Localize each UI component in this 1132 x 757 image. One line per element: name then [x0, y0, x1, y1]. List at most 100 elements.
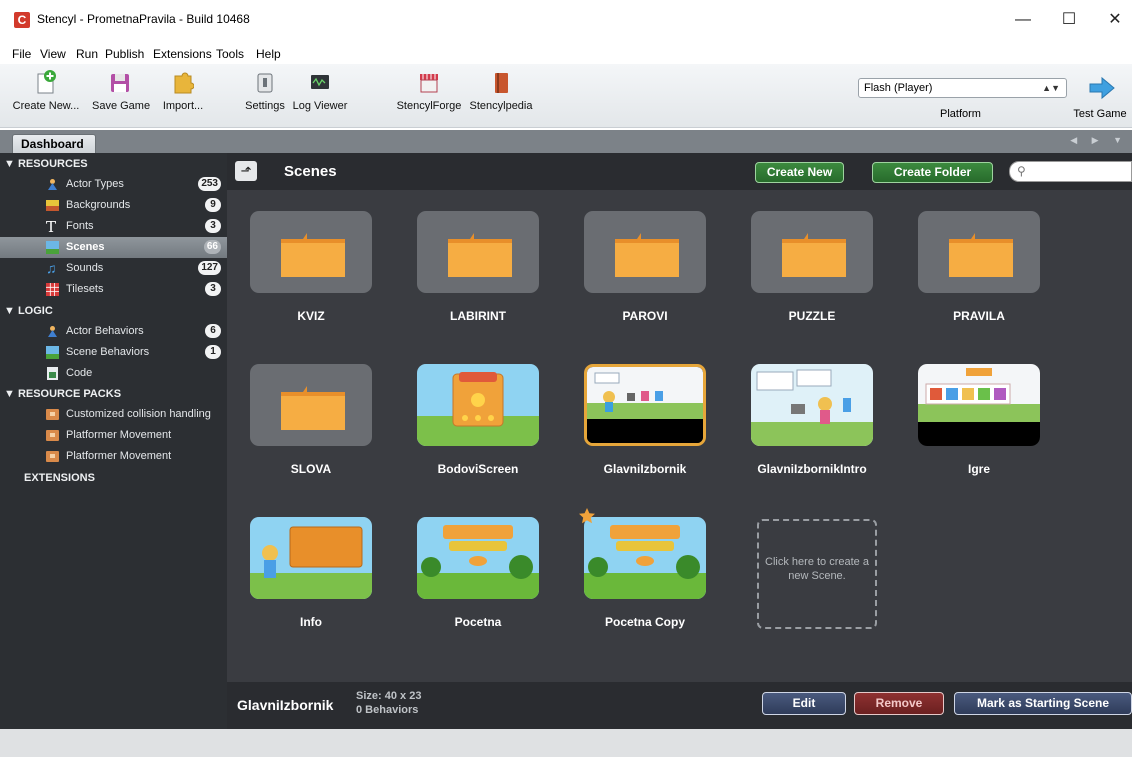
folder-icon [949, 233, 1013, 277]
import-puzzle-icon [174, 72, 194, 94]
actor-behavior-icon [48, 326, 57, 337]
menu-help[interactable]: Help [256, 47, 281, 61]
search-icon: ⚲ [1017, 164, 1026, 178]
status-bar [0, 729, 1132, 757]
scene-thumbnail [751, 364, 873, 446]
import-button[interactable]: Import... [158, 70, 208, 112]
book-icon [495, 73, 508, 93]
scene-thumbnail [584, 517, 706, 599]
menu-extensions[interactable]: Extensions [153, 47, 212, 61]
folder-icon [615, 233, 679, 277]
sidebar-item-pack-collision[interactable]: Customized collision handling [0, 404, 227, 425]
search-input[interactable] [1036, 164, 1126, 179]
menu-publish[interactable]: Publish [105, 47, 144, 61]
count-badge: 6 [205, 324, 221, 338]
save-game-button[interactable]: Save Game [92, 70, 150, 112]
tile-label: KVIZ [297, 309, 325, 323]
menu-file[interactable]: File [12, 47, 31, 61]
tab-scroll-arrows-icon[interactable]: ◀ ▶ ▼ [1070, 135, 1128, 146]
up-folder-button[interactable]: ⬏ [235, 161, 257, 181]
tile-label: SLOVA [290, 462, 332, 476]
settings-icon [257, 73, 273, 93]
count-badge: 3 [205, 282, 221, 296]
sidebar-item-actor-types[interactable]: Actor Types 253 [0, 174, 227, 195]
folder-icon [448, 233, 512, 277]
log-viewer-button[interactable]: Log Viewer [290, 70, 350, 112]
create-new-button[interactable]: Create New... [8, 70, 84, 112]
scenes-header: ⬏ Scenes Create New Create Folder ⚲ [227, 153, 1132, 190]
sidebar-item-sounds[interactable]: ♫ Sounds 127 [0, 258, 227, 279]
minimize-button[interactable]: — [1008, 6, 1038, 34]
scene-thumbnail [417, 517, 539, 599]
arrow-right-icon [1089, 76, 1115, 100]
test-game-button[interactable]: Test Game [1072, 74, 1128, 120]
sidebar-item-scenes[interactable]: Scenes 66 [0, 237, 227, 258]
pack-icon [46, 430, 59, 441]
platform-select[interactable]: Flash (Player) ▲▼ [858, 78, 1067, 98]
count-badge: 66 [203, 240, 221, 254]
menu-run[interactable]: Run [76, 47, 98, 61]
new-document-icon [37, 70, 56, 94]
tab-dashboard[interactable]: Dashboard [12, 134, 96, 153]
create-folder-button[interactable]: Create Folder [872, 162, 993, 183]
actor-icon [48, 179, 57, 190]
folder-icon [281, 386, 345, 430]
code-file-icon [47, 367, 58, 380]
tab-strip: Dashboard ◀ ▶ ▼ [0, 130, 1132, 153]
starting-scene-star-icon [579, 508, 595, 524]
resource-packs-header[interactable]: ▼ RESOURCE PACKS [4, 388, 121, 400]
edit-button[interactable]: Edit [762, 692, 846, 715]
settings-button[interactable]: Settings [242, 70, 288, 112]
scene-thumbnail [918, 364, 1040, 446]
sidebar-item-pack-platformer-1[interactable]: Platformer Movement [0, 425, 227, 446]
stencyl-logo-icon: C [14, 12, 30, 28]
sidebar-item-pack-platformer-2[interactable]: Platformer Movement [0, 446, 227, 467]
page-title: Scenes [284, 163, 337, 180]
logic-header[interactable]: ▼ LOGIC [4, 305, 53, 317]
sidebar-item-actor-behaviors[interactable]: Actor Behaviors 6 [0, 321, 227, 342]
title-bar: C Stencyl - PrometnaPravila - Build 1046… [0, 0, 1132, 44]
create-new-scene-button[interactable]: Create New [755, 162, 844, 183]
pack-icon [46, 409, 59, 420]
tile-label: PRAVILA [953, 309, 1005, 323]
sidebar-item-tilesets[interactable]: Tilesets 3 [0, 279, 227, 300]
menu-bar: File View Run Publish Extensions Tools H… [0, 44, 1132, 64]
search-box[interactable]: ⚲ [1009, 161, 1132, 182]
music-note-icon: ♫ [46, 260, 57, 276]
background-icon [46, 200, 59, 211]
sidebar-item-fonts[interactable]: T Fonts 3 [0, 216, 227, 237]
count-badge: 9 [205, 198, 221, 212]
count-badge: 253 [198, 177, 221, 191]
create-new-scene-placeholder[interactable]: Click here to create a new Scene. [757, 519, 877, 629]
menu-view[interactable]: View [40, 47, 66, 61]
scene-thumbnail [584, 364, 706, 446]
sidebar-item-backgrounds[interactable]: Backgrounds 9 [0, 195, 227, 216]
stencylpedia-button[interactable]: Stencylpedia [468, 70, 534, 112]
stencylforge-button[interactable]: StencylForge [396, 70, 462, 112]
scenes-panel: ⬏ Scenes Create New Create Folder ⚲ KVIZ… [227, 153, 1132, 729]
sidebar-item-scene-behaviors[interactable]: Scene Behaviors 1 [0, 342, 227, 363]
folder-icon [782, 233, 846, 277]
selected-scene-size: Size: 40 x 23 [356, 690, 422, 702]
resources-header[interactable]: ▼ RESOURCES [4, 158, 88, 170]
select-arrows-icon: ▲▼ [1042, 83, 1060, 93]
menu-tools[interactable]: Tools [216, 47, 244, 61]
sidebar-item-code[interactable]: Code [0, 363, 227, 384]
mark-starting-scene-button[interactable]: Mark as Starting Scene [954, 692, 1132, 715]
scene-behavior-icon [46, 346, 59, 359]
extensions-header[interactable]: EXTENSIONS [24, 472, 95, 484]
remove-button[interactable]: Remove [854, 692, 944, 715]
log-monitor-icon [311, 75, 329, 89]
tile-label: GlavniIzbornik [603, 462, 687, 476]
count-badge: 127 [198, 261, 221, 275]
maximize-button[interactable]: ☐ [1054, 6, 1084, 34]
font-icon: T [46, 218, 57, 236]
scene-thumbnail [250, 517, 372, 599]
pack-icon [46, 451, 59, 462]
folder-icon [281, 233, 345, 277]
count-badge: 1 [205, 345, 221, 359]
tile-label: LABIRINT [450, 309, 506, 323]
scene-thumbnail [417, 364, 539, 446]
tile-label: Pocetna [454, 615, 502, 629]
close-button[interactable]: ✕ [1100, 6, 1130, 34]
